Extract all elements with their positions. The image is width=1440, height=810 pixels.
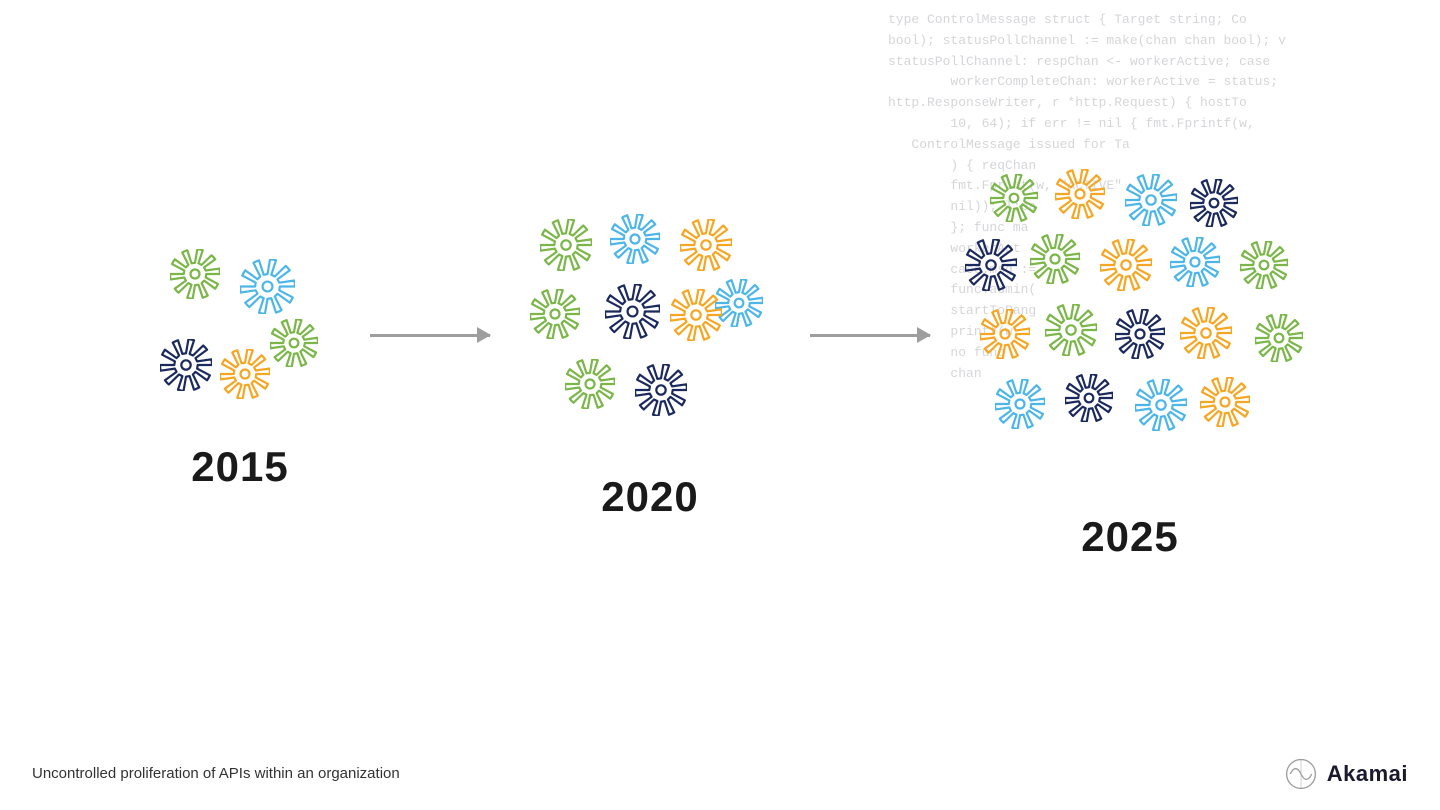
gear-item-14 [1065, 374, 1113, 422]
gear-item-4 [965, 239, 1017, 291]
arrow-line-1 [370, 334, 490, 337]
gear-item-13 [995, 379, 1045, 429]
gear-item-4 [530, 289, 580, 339]
gear-item-11 [1115, 309, 1165, 359]
gear-item-0 [170, 249, 220, 299]
gear-item-2 [680, 219, 732, 271]
gear-item-17 [1255, 314, 1303, 362]
year-group-2020: 2020 [520, 209, 780, 521]
gear-item-16 [1200, 377, 1250, 427]
gear-item-1 [240, 259, 295, 314]
gears-2020 [520, 209, 780, 449]
gears-2025 [960, 169, 1300, 489]
gear-item-12 [1180, 307, 1232, 359]
year-label-2025: 2025 [1081, 513, 1178, 561]
gear-item-8 [635, 364, 687, 416]
gear-item-3 [715, 279, 763, 327]
gear-item-8 [1240, 241, 1288, 289]
gear-item-3 [160, 339, 212, 391]
arrow-1 [370, 334, 490, 337]
gear-item-1 [610, 214, 660, 264]
arrow-line-2 [810, 334, 930, 337]
arrow-2 [810, 334, 930, 337]
gear-item-15 [1135, 379, 1187, 431]
gear-item-2 [270, 319, 318, 367]
year-group-2025: 2025 [960, 169, 1300, 561]
main-content: 2015 [0, 0, 1440, 810]
gear-item-10 [1045, 304, 1097, 356]
gear-item-0 [540, 219, 592, 271]
year-group-2015: 2015 [140, 239, 340, 491]
caption: Uncontrolled proliferation of APIs withi… [32, 765, 400, 782]
gear-item-0 [990, 174, 1038, 222]
gear-item-5 [605, 284, 660, 339]
akamai-logo-text: Akamai [1327, 761, 1408, 787]
gear-item-5 [1030, 234, 1080, 284]
gear-item-6 [670, 289, 722, 341]
gear-item-6 [1100, 239, 1152, 291]
gear-item-9 [980, 309, 1030, 359]
year-label-2020: 2020 [601, 473, 698, 521]
gear-item-2 [1125, 174, 1177, 226]
gear-item-1 [1055, 169, 1105, 219]
akamai-icon [1283, 756, 1319, 792]
gear-item-4 [220, 349, 270, 399]
timeline-row: 2015 [140, 169, 1300, 561]
gear-item-7 [1170, 237, 1220, 287]
gears-2015 [140, 239, 340, 419]
year-label-2015: 2015 [191, 443, 288, 491]
gear-item-3 [1190, 179, 1238, 227]
akamai-logo: Akamai [1283, 756, 1408, 792]
gear-item-7 [565, 359, 615, 409]
